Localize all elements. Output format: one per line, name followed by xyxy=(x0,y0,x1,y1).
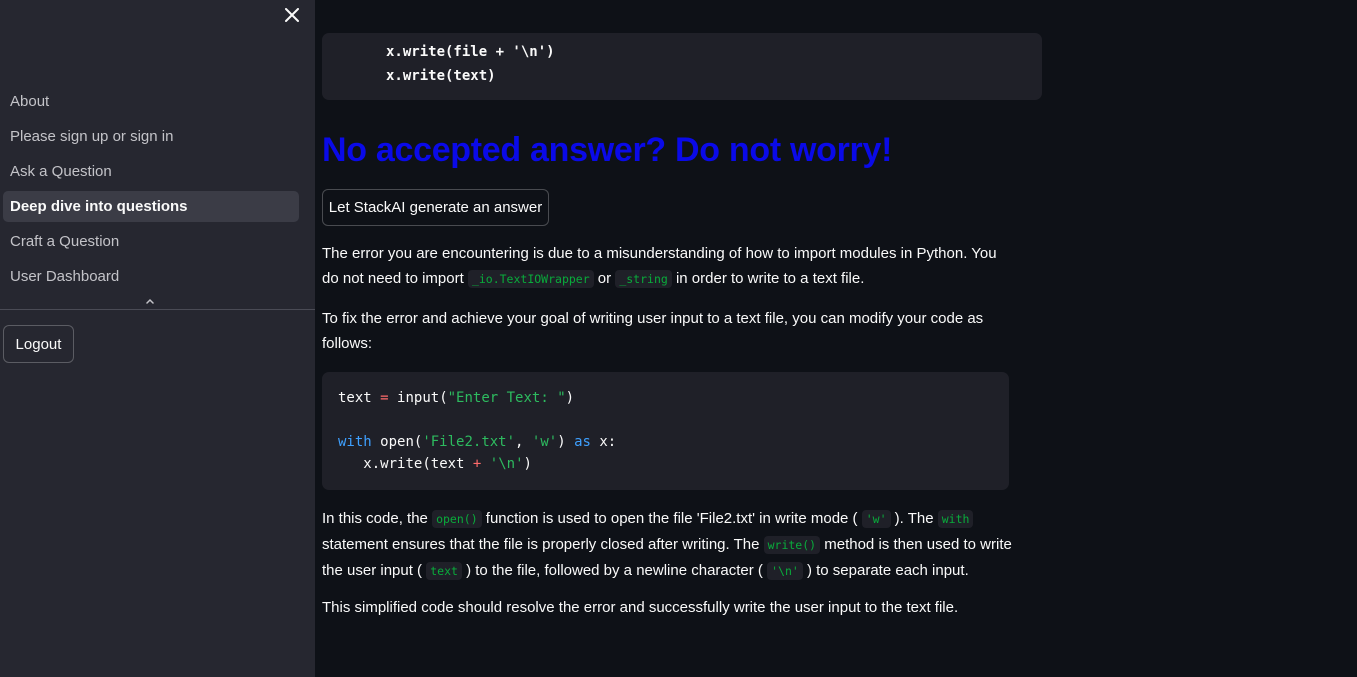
answer-paragraph: The error you are encountering is due to… xyxy=(322,241,1012,292)
code-token: text xyxy=(430,456,465,472)
code-token: '\n' xyxy=(489,456,524,472)
inline-code: 'w' xyxy=(861,510,891,528)
answer-paragraph: This simplified code should resolve the … xyxy=(322,599,959,616)
text: statement ensures that the file is prope… xyxy=(322,536,764,553)
code-token: open xyxy=(380,434,414,450)
code-token: text xyxy=(338,390,372,406)
inline-code: _string xyxy=(615,270,672,288)
text: or xyxy=(593,270,616,287)
code-block-previous: x.write(file + '\n') x.write(text) xyxy=(322,33,1042,100)
inline-code: text xyxy=(426,562,462,580)
code-token: 'w' xyxy=(531,434,558,450)
text: in order to write to a text file. xyxy=(671,270,865,287)
answer-paragraph: To fix the error and achieve your goal o… xyxy=(322,310,984,352)
code-line: x.write(file + '\n') xyxy=(386,44,555,60)
code-token: ) xyxy=(557,434,566,450)
text: ) to separate each input. xyxy=(802,562,969,579)
code-token: x xyxy=(363,456,372,472)
text: In this code, the xyxy=(322,510,433,527)
code-token: + xyxy=(472,456,482,472)
code-token: as xyxy=(574,434,591,450)
code-block-solution: text = input("Enter Text: ") with open('… xyxy=(322,372,1009,490)
code-token: . xyxy=(371,456,381,472)
inline-code: with xyxy=(937,510,974,528)
code-token: ( xyxy=(439,390,448,406)
inline-code: '\n' xyxy=(767,562,803,580)
code-token: write xyxy=(380,456,423,472)
code-token: ( xyxy=(422,456,431,472)
text: ) to the file, followed by a newline cha… xyxy=(461,562,768,579)
answer-paragraph: In this code, the open() function is use… xyxy=(322,506,1012,584)
main-content: x.write(file + '\n') x.write(text) No acc… xyxy=(0,0,1042,677)
code-token: ) xyxy=(523,456,532,472)
inline-code: write() xyxy=(763,536,821,554)
text: ). The xyxy=(890,510,938,527)
code-token: ) xyxy=(565,390,575,406)
code-line: text = input("Enter Text: ") xyxy=(338,387,1009,409)
code-token: "Enter Text: " xyxy=(447,390,566,406)
code-token: 'File2.txt' xyxy=(422,434,516,450)
code-token: = xyxy=(380,390,389,406)
generate-answer-button[interactable]: Let StackAI generate an answer xyxy=(322,189,549,226)
text: function is used to open the file 'File2… xyxy=(481,510,862,527)
code-line: with open('File2.txt', 'w') as x: xyxy=(338,431,1009,453)
section-heading: No accepted answer? Do not worry! xyxy=(322,131,893,169)
code-token: input xyxy=(397,390,440,406)
code-line: x.write(text) xyxy=(386,68,496,84)
code-token: , xyxy=(515,434,532,450)
inline-code: _io.TextIOWrapper xyxy=(467,270,594,288)
inline-code: open() xyxy=(432,510,482,528)
code-line: x.write(text + '\n') xyxy=(338,453,1009,475)
code-token: with xyxy=(338,434,372,450)
code-token: x: xyxy=(599,434,617,450)
